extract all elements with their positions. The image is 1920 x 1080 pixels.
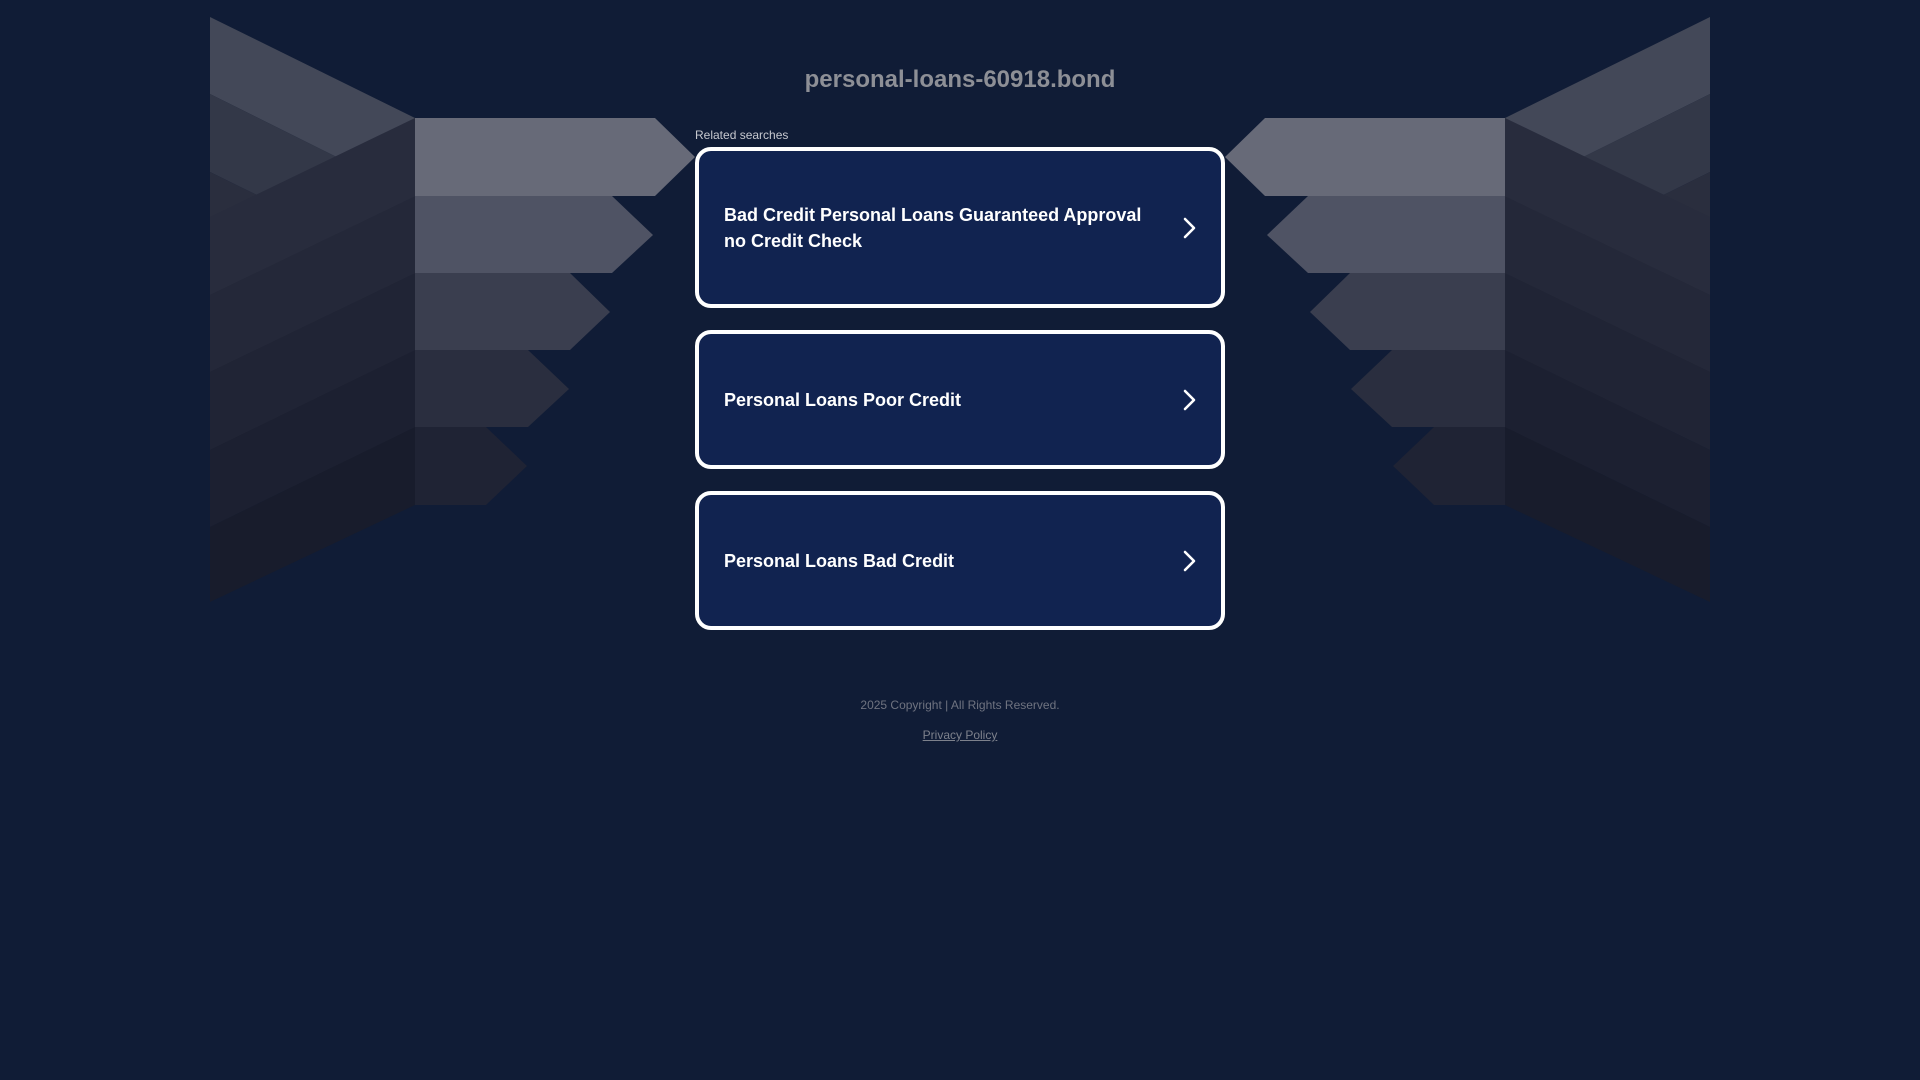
chevron-right-icon	[1183, 389, 1196, 410]
search-result-label: Bad Credit Personal Loans Guaranteed App…	[724, 204, 1142, 251]
search-result-link[interactable]: Bad Credit Personal Loans Guaranteed App…	[695, 147, 1225, 308]
parked-domain-page: personal-loans-60918.bond Related search…	[0, 0, 1920, 1080]
privacy-policy-link[interactable]: Privacy Policy	[923, 728, 998, 742]
page-title: personal-loans-60918.bond	[804, 66, 1116, 93]
footer-links: Privacy Policy	[0, 728, 1920, 742]
related-searches-label: Related searches	[695, 128, 789, 142]
search-result-label: Personal Loans Poor Credit	[724, 389, 962, 410]
related-searches-list: Bad Credit Personal Loans Guaranteed App…	[695, 147, 1225, 652]
chevron-right-icon	[1183, 550, 1196, 571]
search-result-label: Personal Loans Bad Credit	[724, 550, 955, 571]
chevron-right-icon	[1183, 217, 1196, 238]
search-result-link[interactable]: Personal Loans Poor Credit	[695, 330, 1225, 469]
footer-copyright: 2025 Copyright | All Rights Reserved.	[860, 698, 1060, 712]
search-result-link[interactable]: Personal Loans Bad Credit	[695, 491, 1225, 630]
